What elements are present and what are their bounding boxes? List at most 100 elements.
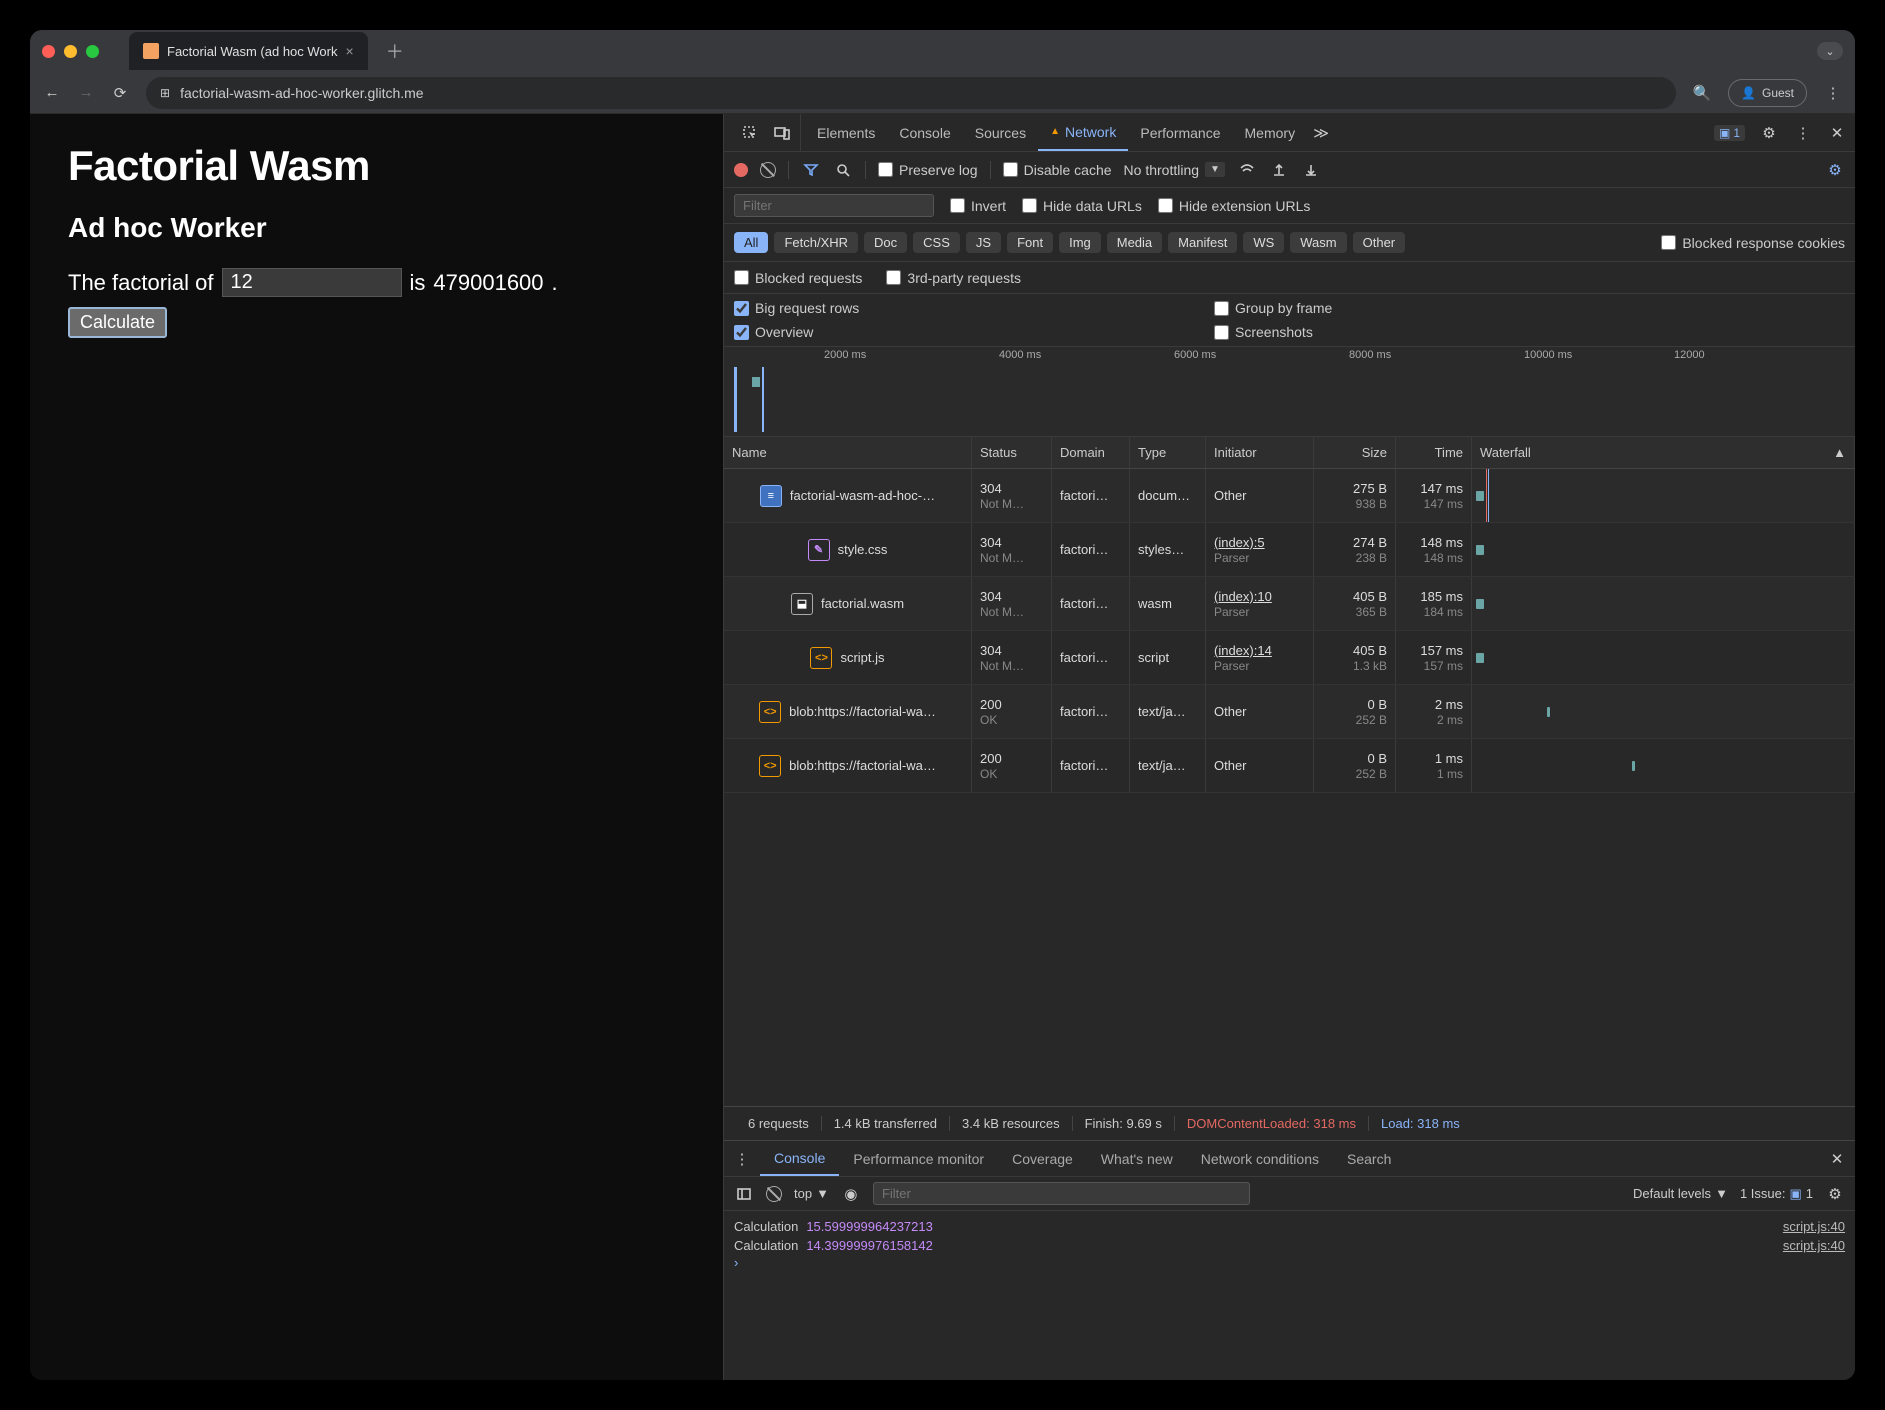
throttle-select[interactable]: No throttling▼ xyxy=(1124,162,1225,178)
filter-pill-other[interactable]: Other xyxy=(1353,232,1406,253)
drawer-tab-coverage[interactable]: Coverage xyxy=(998,1141,1087,1176)
disable-cache-checkbox[interactable]: Disable cache xyxy=(1003,162,1112,178)
devtools-tab-console[interactable]: Console xyxy=(887,114,962,151)
search-icon[interactable] xyxy=(833,160,853,180)
site-info-icon[interactable]: ⊞ xyxy=(160,86,170,100)
url-field[interactable]: ⊞ factorial-wasm-ad-hoc-worker.glitch.me xyxy=(146,77,1676,109)
wifi-icon[interactable] xyxy=(1237,160,1257,180)
new-tab-button[interactable]: ＋ xyxy=(386,38,404,64)
traffic-lights[interactable] xyxy=(42,45,99,58)
console-prompt[interactable]: › xyxy=(734,1255,1845,1270)
devtools-tab-elements[interactable]: Elements xyxy=(805,114,887,151)
column-initiator[interactable]: Initiator xyxy=(1206,437,1314,468)
sidebar-toggle-icon[interactable] xyxy=(734,1184,754,1204)
filter-pill-doc[interactable]: Doc xyxy=(864,232,907,253)
kebab-icon[interactable]: ⋮ xyxy=(1793,123,1813,143)
filter-pill-font[interactable]: Font xyxy=(1007,232,1053,253)
column-status[interactable]: Status xyxy=(972,437,1052,468)
column-waterfall[interactable]: Waterfall ▲ xyxy=(1472,437,1855,468)
big-rows-checkbox[interactable]: Big request rows xyxy=(734,300,1214,316)
clear-console-button[interactable] xyxy=(766,1186,782,1202)
devtools-tab-network[interactable]: ▲Network xyxy=(1038,114,1128,151)
filter-pill-fetch-xhr[interactable]: Fetch/XHR xyxy=(774,232,858,253)
drawer-tab-search[interactable]: Search xyxy=(1333,1141,1405,1176)
forward-button[interactable]: → xyxy=(76,83,96,103)
screenshots-checkbox[interactable]: Screenshots xyxy=(1214,324,1332,340)
filter-toggle-icon[interactable] xyxy=(801,160,821,180)
filter-pill-ws[interactable]: WS xyxy=(1243,232,1284,253)
maximize-window-icon[interactable] xyxy=(86,45,99,58)
console-settings-icon[interactable]: ⚙ xyxy=(1825,1184,1845,1204)
column-domain[interactable]: Domain xyxy=(1052,437,1130,468)
tab-overflow-button[interactable]: ⌄ xyxy=(1817,42,1843,60)
devtools-tab-sources[interactable]: Sources xyxy=(963,114,1038,151)
column-name[interactable]: Name xyxy=(724,437,972,468)
column-type[interactable]: Type xyxy=(1130,437,1206,468)
invert-checkbox[interactable]: Invert xyxy=(950,198,1006,214)
inspect-icon[interactable] xyxy=(740,123,760,143)
close-drawer-icon[interactable]: ✕ xyxy=(1827,1149,1847,1169)
hide-data-checkbox[interactable]: Hide data URLs xyxy=(1022,198,1142,214)
network-row[interactable]: <>blob:https://factorial-wa…200OKfactori… xyxy=(724,739,1855,793)
network-row[interactable]: <>blob:https://factorial-wa…200OKfactori… xyxy=(724,685,1855,739)
download-icon[interactable] xyxy=(1301,160,1321,180)
group-frame-checkbox[interactable]: Group by frame xyxy=(1214,300,1332,316)
minimize-window-icon[interactable] xyxy=(64,45,77,58)
filter-pill-all[interactable]: All xyxy=(734,232,768,253)
calculate-button[interactable]: Calculate xyxy=(68,307,167,338)
doc-file-icon: ≡ xyxy=(760,485,782,507)
network-row[interactable]: ⬓factorial.wasm304Not M…factori…wasm(ind… xyxy=(724,577,1855,631)
back-button[interactable]: ← xyxy=(42,83,62,103)
preserve-log-checkbox[interactable]: Preserve log xyxy=(878,162,978,178)
filter-pill-img[interactable]: Img xyxy=(1059,232,1101,253)
filter-pill-wasm[interactable]: Wasm xyxy=(1290,232,1346,253)
drawer-tab-network-conditions[interactable]: Network conditions xyxy=(1187,1141,1333,1176)
eye-icon[interactable]: ◉ xyxy=(841,1184,861,1204)
device-icon[interactable] xyxy=(772,123,792,143)
close-devtools-icon[interactable]: ✕ xyxy=(1827,123,1847,143)
timeline-overview[interactable]: 2000 ms4000 ms6000 ms8000 ms10000 ms1200… xyxy=(724,347,1855,437)
more-tabs-icon[interactable]: ≫ xyxy=(1311,123,1331,143)
filter-pill-css[interactable]: CSS xyxy=(913,232,960,253)
browser-tab[interactable]: Factorial Wasm (ad hoc Work × xyxy=(129,32,368,70)
hide-ext-checkbox[interactable]: Hide extension URLs xyxy=(1158,198,1311,214)
clear-button[interactable] xyxy=(760,162,776,178)
third-party-checkbox[interactable]: 3rd-party requests xyxy=(886,270,1021,286)
issue-link[interactable]: 1 Issue: ▣ 1 xyxy=(1740,1186,1813,1202)
network-row[interactable]: ✎style.css304Not M…factori…styles…(index… xyxy=(724,523,1855,577)
close-window-icon[interactable] xyxy=(42,45,55,58)
filter-pill-js[interactable]: JS xyxy=(966,232,1001,253)
reload-button[interactable]: ⟳ xyxy=(110,83,130,103)
console-filter-input[interactable] xyxy=(873,1182,1250,1205)
drawer-tab-what's-new[interactable]: What's new xyxy=(1087,1141,1187,1176)
blocked-cookies-checkbox[interactable]: Blocked response cookies xyxy=(1661,235,1845,251)
column-size[interactable]: Size xyxy=(1314,437,1396,468)
drawer-menu-icon[interactable]: ⋮ xyxy=(732,1149,752,1169)
zoom-icon[interactable]: 🔍 xyxy=(1692,83,1712,103)
column-time[interactable]: Time xyxy=(1396,437,1472,468)
blocked-requests-checkbox[interactable]: Blocked requests xyxy=(734,270,862,286)
devtools-tab-performance[interactable]: Performance xyxy=(1128,114,1232,151)
profile-button[interactable]: 👤 Guest xyxy=(1728,79,1807,107)
network-row[interactable]: <>script.js304Not M…factori…script(index… xyxy=(724,631,1855,685)
devtools-tab-memory[interactable]: Memory xyxy=(1233,114,1308,151)
close-tab-icon[interactable]: × xyxy=(346,43,354,59)
network-filter-input[interactable] xyxy=(734,194,934,217)
network-row[interactable]: ≡factorial-wasm-ad-hoc-…304Not M…factori… xyxy=(724,469,1855,523)
overview-checkbox[interactable]: Overview xyxy=(734,324,1214,340)
number-input[interactable] xyxy=(222,268,402,297)
menu-button[interactable]: ⋮ xyxy=(1823,83,1843,103)
settings-icon[interactable]: ⚙ xyxy=(1759,123,1779,143)
filter-pill-manifest[interactable]: Manifest xyxy=(1168,232,1237,253)
upload-icon[interactable] xyxy=(1269,160,1289,180)
levels-select[interactable]: Default levels ▼ xyxy=(1633,1186,1728,1201)
record-button[interactable] xyxy=(734,163,748,177)
network-settings-icon[interactable]: ⚙ xyxy=(1825,160,1845,180)
filter-pill-media[interactable]: Media xyxy=(1107,232,1162,253)
drawer-tab-performance-monitor[interactable]: Performance monitor xyxy=(839,1141,998,1176)
js-file-icon: <> xyxy=(759,755,781,777)
drawer-tab-console[interactable]: Console xyxy=(760,1141,839,1176)
context-select[interactable]: top ▼ xyxy=(794,1186,829,1201)
url-text: factorial-wasm-ad-hoc-worker.glitch.me xyxy=(180,85,424,101)
issues-badge[interactable]: ▣1 xyxy=(1714,125,1745,141)
